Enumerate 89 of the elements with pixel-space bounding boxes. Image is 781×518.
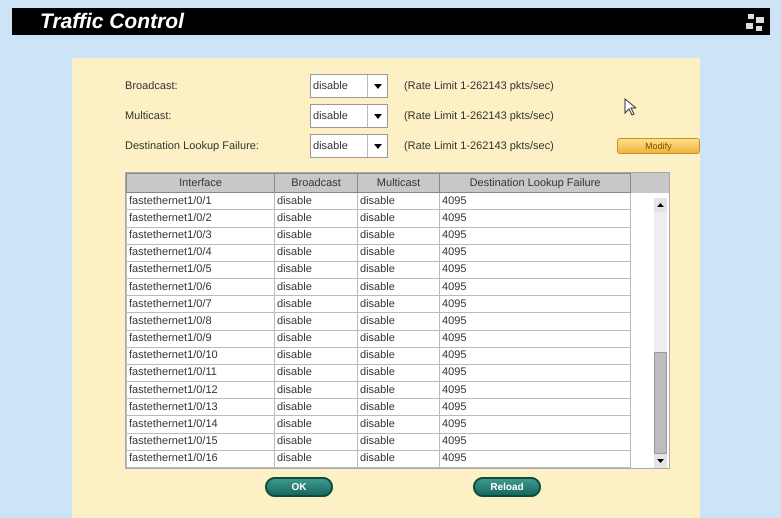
table-cell: fastethernet1/0/13	[126, 398, 274, 416]
ok-button[interactable]: OK	[265, 477, 333, 497]
table-cell: 4095	[440, 330, 630, 348]
header-filler	[631, 173, 669, 193]
table-cell: fastethernet1/0/16	[126, 450, 274, 468]
table-cell: disable	[274, 433, 358, 450]
table-cell: 4095	[440, 450, 630, 468]
table-cell: disable	[358, 382, 440, 399]
table-cell: fastethernet1/0/11	[126, 364, 274, 382]
table-cell: disable	[358, 210, 440, 228]
table-cell: disable	[358, 347, 440, 364]
setting-label: Broadcast:	[125, 80, 179, 92]
window-title: Traffic Control	[40, 10, 184, 34]
table-cell: disable	[274, 244, 358, 262]
scroll-up-icon[interactable]	[657, 203, 664, 207]
table-cell: fastethernet1/0/6	[126, 278, 274, 296]
table-cell: disable	[358, 192, 440, 210]
table-cell: 4095	[440, 382, 630, 399]
rate-dropdown[interactable]: disable	[310, 134, 388, 158]
setting-label: Destination Lookup Failure:	[125, 140, 260, 152]
column-header[interactable]: Multicast	[358, 174, 440, 193]
rate-dropdown[interactable]: disable	[310, 74, 388, 98]
table-cell: disable	[274, 330, 358, 348]
table-cell: disable	[274, 278, 358, 296]
table-cell: fastethernet1/0/10	[126, 347, 274, 364]
table-cell: disable	[358, 398, 440, 416]
table-cell: 4095	[440, 433, 630, 450]
table-cell: disable	[358, 278, 440, 296]
table-cell: fastethernet1/0/12	[126, 382, 274, 399]
table-cell: 4095	[440, 227, 630, 244]
table-cell: disable	[274, 398, 358, 416]
table-cell: 4095	[440, 364, 630, 382]
table-cell: fastethernet1/0/14	[126, 416, 274, 434]
table-cell: fastethernet1/0/4	[126, 244, 274, 262]
table-cell: disable	[274, 261, 358, 279]
table-cell: fastethernet1/0/5	[126, 261, 274, 279]
table-cell: 4095	[440, 244, 630, 262]
table-cell: disable	[274, 416, 358, 434]
table-cell: 4095	[440, 278, 630, 296]
rate-limit-hint: (Rate Limit 1-262143 pkts/sec)	[403, 80, 555, 92]
table-cell: fastethernet1/0/1	[126, 192, 274, 210]
table-cell: disable	[274, 450, 358, 468]
column-header[interactable]: Interface	[126, 174, 274, 193]
rate-dropdown[interactable]: disable	[310, 104, 388, 128]
table-cell: disable	[358, 296, 440, 313]
rate-limit-hint: (Rate Limit 1-262143 pkts/sec)	[403, 110, 555, 122]
table-cell: 4095	[440, 312, 630, 330]
caret-icon	[374, 114, 382, 118]
table-cell: disable	[358, 227, 440, 244]
table-cell: disable	[274, 312, 358, 330]
table-cell: fastethernet1/0/2	[126, 210, 274, 228]
table-cell: disable	[358, 450, 440, 468]
table-cell: disable	[358, 312, 440, 330]
caret-icon	[374, 144, 382, 148]
table-cell: fastethernet1/0/15	[126, 433, 274, 450]
column-header[interactable]: Broadcast	[274, 174, 358, 193]
column-header[interactable]: Destination Lookup Failure	[440, 174, 630, 193]
table-cell: 4095	[440, 398, 630, 416]
table-cell: disable	[358, 261, 440, 279]
table-cell: disable	[274, 210, 358, 228]
table-cell: fastethernet1/0/9	[126, 330, 274, 348]
table-cell: disable	[274, 347, 358, 364]
table-cell: fastethernet1/0/3	[126, 227, 274, 244]
table-cell: disable	[358, 416, 440, 434]
table-cell: 4095	[440, 347, 630, 364]
table-cell: 4095	[440, 210, 630, 228]
scroll-down-icon[interactable]	[657, 459, 664, 463]
table-cell: disable	[274, 227, 358, 244]
table-cell: fastethernet1/0/8	[126, 312, 274, 330]
table-cell: 4095	[440, 192, 630, 210]
table-cell: 4095	[440, 296, 630, 313]
table-cell: 4095	[440, 261, 630, 279]
reload-button[interactable]: Reload	[473, 477, 541, 497]
rate-limit-hint: (Rate Limit 1-262143 pkts/sec)	[403, 140, 555, 152]
table-cell: disable	[358, 433, 440, 450]
mouse-cursor-icon	[624, 98, 636, 116]
table-cell: 4095	[440, 416, 630, 434]
modify-button[interactable]: Modify	[616, 138, 700, 154]
table-cell: disable	[358, 244, 440, 262]
table-cell: fastethernet1/0/7	[126, 296, 274, 313]
table-cell: disable	[358, 364, 440, 382]
caret-icon	[374, 84, 382, 88]
table-cell: disable	[274, 296, 358, 313]
table-cell: disable	[274, 192, 358, 210]
table-cell: disable	[274, 382, 358, 399]
scrollbar[interactable]	[654, 198, 667, 468]
table-cell: disable	[358, 330, 440, 348]
setting-label: Multicast:	[125, 110, 172, 122]
table-cell: disable	[274, 364, 358, 382]
